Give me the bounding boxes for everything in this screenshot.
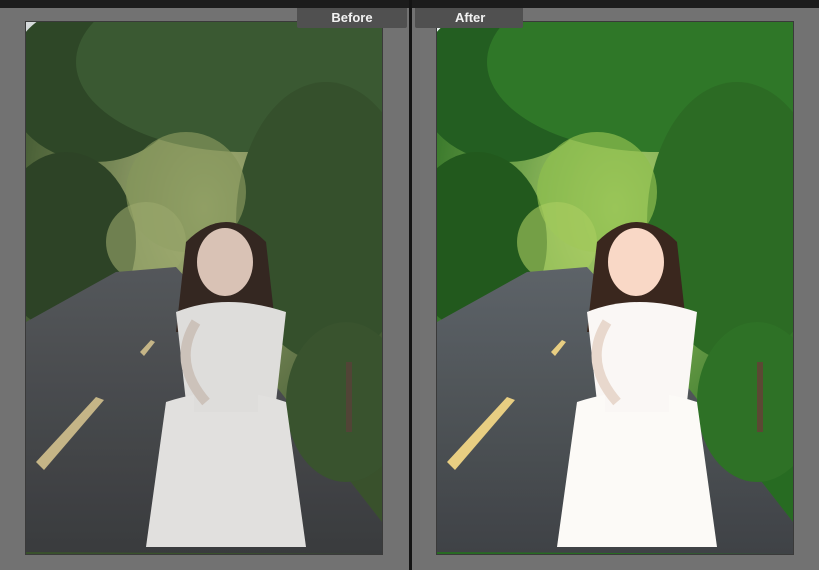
compare-view: Before After — [0, 0, 819, 570]
before-photo-image — [26, 22, 382, 554]
after-photo — [437, 22, 793, 554]
after-label: After — [415, 8, 523, 28]
after-photo-image — [437, 22, 793, 554]
before-label: Before — [297, 8, 407, 28]
before-pane: Before — [0, 8, 409, 570]
after-pane: After — [412, 8, 819, 570]
before-photo — [26, 22, 382, 554]
